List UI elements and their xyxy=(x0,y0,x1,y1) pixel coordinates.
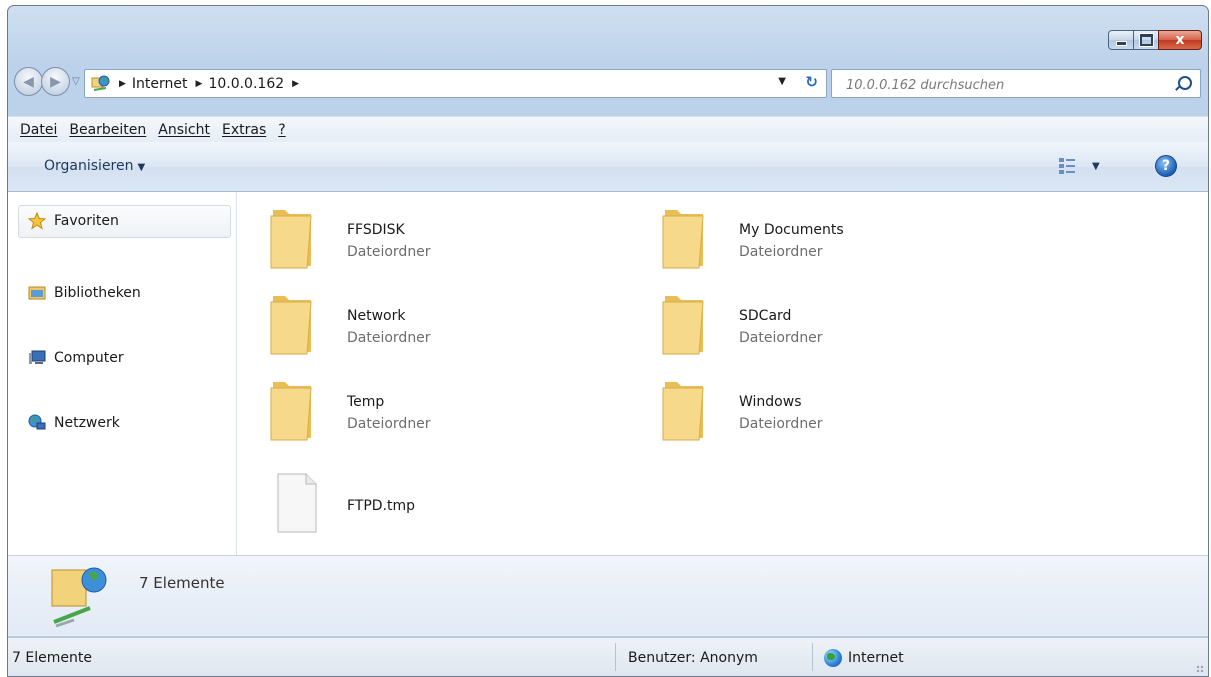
file-type: Dateiordner xyxy=(739,244,823,260)
file-type: Dateiordner xyxy=(347,244,431,260)
navigation-bar: ◀ ▶ ▽ ▶ Internet ▶ 10.0.0.162 ▶ ▼ ↻ xyxy=(8,63,1208,105)
status-divider xyxy=(812,643,813,671)
file-type: Dateiordner xyxy=(347,416,431,432)
maximize-icon xyxy=(1139,34,1153,46)
folder-item-ffsdisk[interactable]: FFSDISK Dateiordner xyxy=(236,204,566,274)
breadcrumb-separator-icon[interactable]: ▶ xyxy=(119,79,126,89)
refresh-icon[interactable]: ↻ xyxy=(805,73,818,91)
file-name: Temp xyxy=(347,394,385,410)
sidebar-item-label: Favoriten xyxy=(54,213,119,229)
search-input[interactable] xyxy=(844,75,1168,95)
chevron-down-icon: ▼ xyxy=(137,162,146,173)
document-icon xyxy=(277,473,317,533)
sidebar-item-favoriten[interactable]: Favoriten xyxy=(27,211,119,230)
organize-button[interactable]: Organisieren ▼ xyxy=(44,158,145,174)
navigation-pane: Favoriten Bibliotheken Computer Netzwerk xyxy=(8,192,237,555)
back-arrow-icon: ◀ xyxy=(23,73,34,90)
content-area: Favoriten Bibliotheken Computer Netzwerk xyxy=(8,192,1208,555)
recent-pages-dropdown[interactable]: ▽ xyxy=(72,76,80,87)
folder-item-my-documents[interactable]: My Documents Dateiordner xyxy=(628,204,958,274)
back-button[interactable]: ◀ xyxy=(14,67,43,96)
sidebar-item-label: Bibliotheken xyxy=(54,285,141,301)
command-bar: Organisieren ▼ ▼ ? xyxy=(8,142,1208,192)
search-icon[interactable] xyxy=(1178,76,1192,90)
star-icon xyxy=(27,211,47,230)
sidebar-item-label: Computer xyxy=(54,350,124,366)
address-bar[interactable]: ▶ Internet ▶ 10.0.0.162 ▶ ▼ ↻ xyxy=(84,69,827,98)
status-divider xyxy=(615,643,616,671)
file-type: Dateiordner xyxy=(739,416,823,432)
globe-icon xyxy=(824,648,842,667)
file-list: FFSDISK Dateiordner My Documents Dateior… xyxy=(236,192,1208,555)
file-name: FTPD.tmp xyxy=(347,498,416,514)
folder-item-network[interactable]: Network Dateiordner xyxy=(236,290,566,360)
menu-bar: Datei Bearbeiten Ansicht Extras ? xyxy=(8,116,1208,143)
explorer-window: x ◀ ▶ ▽ ▶ Internet ▶ 10.0.0.162 ▶ ▼ ↻ 10… xyxy=(7,5,1209,677)
breadcrumb-internet[interactable]: Internet xyxy=(132,76,188,92)
file-name: SDCard xyxy=(739,308,792,324)
maximize-button[interactable] xyxy=(1133,30,1159,50)
address-dropdown-icon[interactable]: ▼ xyxy=(778,76,786,87)
minimize-icon xyxy=(1115,40,1127,46)
breadcrumb-separator-icon[interactable]: ▶ xyxy=(196,79,203,89)
view-dropdown-icon[interactable]: ▼ xyxy=(1092,161,1100,172)
status-zone-label: Internet xyxy=(848,649,904,666)
menu-ansicht[interactable]: Ansicht xyxy=(158,122,210,138)
file-type: Dateiordner xyxy=(347,330,431,346)
network-folder-icon xyxy=(51,567,107,628)
breadcrumb-separator-icon[interactable]: ▶ xyxy=(292,79,299,89)
folder-icon xyxy=(270,296,312,355)
folder-item-sdcard[interactable]: SDCard Dateiordner xyxy=(628,290,958,360)
menu-extras[interactable]: Extras xyxy=(222,122,266,138)
resize-grip[interactable] xyxy=(1196,665,1204,673)
folder-item-temp[interactable]: Temp Dateiordner xyxy=(236,376,566,446)
network-location-icon xyxy=(91,75,111,93)
file-name: My Documents xyxy=(739,222,844,238)
forward-arrow-icon: ▶ xyxy=(50,73,61,90)
file-type: Dateiordner xyxy=(739,330,823,346)
sidebar-item-computer[interactable]: Computer xyxy=(28,349,124,367)
folder-icon xyxy=(662,296,704,355)
status-item-count: 7 Elemente xyxy=(12,649,92,666)
search-box[interactable] xyxy=(831,69,1201,98)
sidebar-item-bibliotheken[interactable]: Bibliotheken xyxy=(28,284,141,302)
caption-buttons: x xyxy=(1108,30,1202,50)
folder-icon xyxy=(270,382,312,441)
organize-label: Organisieren xyxy=(44,158,134,174)
details-item-count: 7 Elemente xyxy=(139,574,225,592)
folder-icon xyxy=(270,210,312,269)
close-icon: x xyxy=(1175,32,1185,48)
folder-item-windows[interactable]: Windows Dateiordner xyxy=(628,376,958,446)
help-icon[interactable]: ? xyxy=(1155,155,1177,177)
computer-icon xyxy=(28,349,46,367)
file-name: Windows xyxy=(739,394,802,410)
view-options-icon[interactable] xyxy=(1058,157,1076,175)
library-icon xyxy=(28,284,46,302)
menu-bearbeiten[interactable]: Bearbeiten xyxy=(69,122,146,138)
status-zone: Internet xyxy=(824,638,904,676)
folder-icon xyxy=(662,210,704,269)
menu-datei[interactable]: Datei xyxy=(20,122,57,138)
file-name: FFSDISK xyxy=(347,222,405,238)
status-user: Benutzer: Anonym xyxy=(628,649,758,666)
file-item-ftpd-tmp[interactable]: FTPD.tmp xyxy=(236,468,566,538)
folder-icon xyxy=(662,382,704,441)
status-bar: 7 Elemente Benutzer: Anonym Internet xyxy=(8,637,1208,676)
breadcrumb-ip[interactable]: 10.0.0.162 xyxy=(208,76,284,92)
menu-help[interactable]: ? xyxy=(278,122,285,138)
sidebar-item-netzwerk[interactable]: Netzwerk xyxy=(28,414,120,432)
sidebar-item-label: Netzwerk xyxy=(54,415,120,431)
details-pane: 7 Elemente xyxy=(8,555,1208,636)
file-name: Network xyxy=(347,308,406,324)
minimize-button[interactable] xyxy=(1108,30,1134,50)
forward-button[interactable]: ▶ xyxy=(41,67,70,96)
close-button[interactable]: x xyxy=(1158,30,1202,50)
network-icon xyxy=(28,414,46,432)
